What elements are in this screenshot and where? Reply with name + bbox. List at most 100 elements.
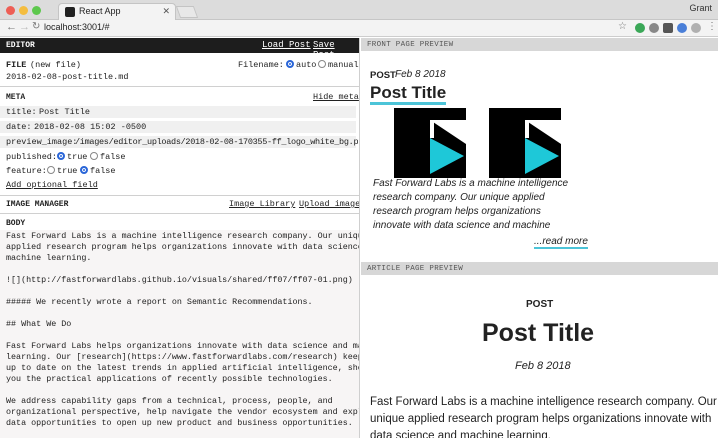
- front-page-preview: POST Feb 8 2018 Post Title Fast Forward …: [361, 51, 718, 258]
- browser-toolbar: ← → ↻ localhost:3001/# ☆ ⋮: [0, 20, 718, 37]
- filename-label: Filename:: [238, 60, 284, 70]
- reload-icon[interactable]: ↻: [32, 21, 40, 32]
- radio-label: true: [57, 166, 78, 176]
- meta-section-label: META: [6, 93, 26, 102]
- body-line: up to date on the latest trends in appli…: [6, 363, 360, 373]
- forward-arrow-icon[interactable]: →: [19, 21, 30, 33]
- article-page-preview-label: ARTICLE PAGE PREVIEW: [367, 265, 464, 273]
- extension-icon[interactable]: [677, 23, 687, 33]
- filename-manual-radio[interactable]: manual: [318, 60, 359, 70]
- radio-label: auto: [296, 60, 317, 70]
- window-zoom-dot[interactable]: [32, 6, 41, 15]
- bookmark-star-icon[interactable]: ☆: [618, 21, 627, 32]
- tab-close-icon[interactable]: ✕: [162, 4, 170, 19]
- body-line: ![](http://fastforwardlabs.github.io/vis…: [6, 275, 353, 285]
- read-more-link[interactable]: ...read more: [534, 236, 588, 249]
- front-kicker: POST: [370, 70, 396, 81]
- body-line: We address capability gaps from a techni…: [6, 396, 333, 406]
- body-line: you the practical applications of recent…: [6, 374, 333, 384]
- body-line: ## What We Do: [6, 319, 72, 329]
- article-date: Feb 8 2018: [515, 360, 571, 372]
- preview-image-value[interactable]: /images/editor_uploads/2018-02-08-170355…: [75, 137, 359, 147]
- load-post-link[interactable]: Load Post: [262, 40, 311, 50]
- front-excerpt-line: Fast Forward Labs is a machine intellige…: [373, 178, 569, 189]
- body-line: data opportunities to open up new produc…: [6, 418, 353, 428]
- browser-menu-icon[interactable]: ⋮: [707, 21, 717, 32]
- ff-logo-icon: [394, 108, 466, 178]
- radio-label: true: [67, 152, 88, 162]
- body-line: applied research program helps organizat…: [6, 242, 360, 252]
- front-page-preview-label: FRONT PAGE PREVIEW: [367, 41, 454, 49]
- divider: [0, 86, 359, 87]
- body-line: machine learning.: [6, 253, 92, 263]
- back-arrow-icon[interactable]: ←: [6, 21, 17, 33]
- body-textarea[interactable]: Fast Forward Labs is a machine intellige…: [0, 230, 360, 438]
- body-line: ##### We recently wrote a report on Sema…: [6, 297, 313, 307]
- add-optional-field-link[interactable]: Add optional field: [6, 180, 98, 190]
- upload-image-link[interactable]: Upload image: [299, 199, 359, 209]
- radio-empty-icon: [47, 166, 55, 174]
- extension-icon[interactable]: [649, 23, 659, 33]
- file-status: (new file): [30, 60, 82, 70]
- save-post-link[interactable]: Save Post: [313, 40, 359, 60]
- browser-tab[interactable]: React App ✕: [58, 3, 176, 20]
- image-library-link[interactable]: Image Library: [229, 199, 295, 209]
- radio-label: manual: [328, 60, 359, 70]
- date-value[interactable]: 2018-02-08 15:02 -0500: [34, 122, 146, 132]
- window-minimize-dot[interactable]: [19, 6, 28, 15]
- front-excerpt-line: research program helps organizations: [373, 206, 541, 217]
- address-bar[interactable]: localhost:3001/#: [44, 22, 110, 32]
- date-label: date:: [6, 122, 32, 132]
- radio-empty-icon: [318, 60, 326, 68]
- ff-logo-icon: [489, 108, 561, 178]
- front-post-title-link[interactable]: Post Title: [370, 84, 447, 105]
- article-title: Post Title: [482, 319, 595, 347]
- body-line: learning. Our [research](https://www.fas…: [6, 352, 360, 362]
- article-page-preview: POST Post Title Feb 8 2018 Fast Forward …: [361, 275, 718, 438]
- published-label: published:: [6, 152, 58, 162]
- divider: [0, 213, 359, 214]
- front-date: Feb 8 2018: [395, 69, 446, 80]
- editor-title: EDITOR: [6, 41, 35, 50]
- article-body-line: data science and machine learning.: [370, 430, 551, 438]
- feature-true-radio[interactable]: true: [47, 166, 77, 176]
- radio-selected-icon: [286, 60, 294, 68]
- react-favicon-icon: [65, 7, 75, 17]
- radio-selected-icon: [80, 166, 88, 174]
- article-page-preview-header: ARTICLE PAGE PREVIEW: [361, 262, 718, 275]
- tab-title: React App: [79, 6, 121, 16]
- window-close-dot[interactable]: [6, 6, 15, 15]
- body-line: Fast Forward Labs helps organizations in…: [6, 341, 360, 351]
- published-true-radio[interactable]: true: [57, 152, 87, 162]
- radio-label: false: [100, 152, 126, 162]
- front-page-preview-header: FRONT PAGE PREVIEW: [361, 38, 718, 51]
- filename-value[interactable]: 2018-02-08-post-title.md: [6, 72, 128, 82]
- divider: [0, 195, 359, 196]
- editor-panel: EDITOR Load Post Save Post FILE (new fil…: [0, 38, 360, 438]
- file-section-label: FILE: [6, 60, 27, 70]
- extension-icon[interactable]: [635, 23, 645, 33]
- front-excerpt-line: innovate with data science and machine: [373, 220, 551, 231]
- article-body-line: unique applied research program helps or…: [370, 413, 712, 425]
- body-line: Fast Forward Labs is a machine intellige…: [6, 231, 360, 241]
- hide-meta-link[interactable]: Hide meta: [313, 92, 359, 102]
- editor-header: EDITOR Load Post Save Post: [0, 38, 359, 60]
- article-body-line: Fast Forward Labs is a machine intellige…: [370, 396, 717, 408]
- front-excerpt-line: research company. Our unique applied: [373, 192, 545, 203]
- published-false-radio[interactable]: false: [90, 152, 126, 162]
- extension-icon[interactable]: [663, 23, 673, 33]
- article-kicker: POST: [526, 299, 554, 310]
- browser-tab-bar: React App ✕ Grant: [0, 0, 718, 20]
- radio-empty-icon: [90, 152, 98, 160]
- feature-label: feature:: [6, 166, 47, 176]
- feature-false-radio[interactable]: false: [80, 166, 116, 176]
- radio-selected-icon: [57, 152, 65, 160]
- new-tab-button[interactable]: [175, 6, 199, 18]
- profile-name[interactable]: Grant: [689, 3, 712, 13]
- filename-auto-radio[interactable]: auto: [286, 60, 316, 70]
- extension-icon[interactable]: [691, 23, 701, 33]
- title-value[interactable]: Post Title: [39, 107, 90, 117]
- preview-image-label: preview_image:: [6, 137, 78, 147]
- image-manager-label: IMAGE MANAGER: [6, 200, 69, 209]
- radio-label: false: [90, 166, 116, 176]
